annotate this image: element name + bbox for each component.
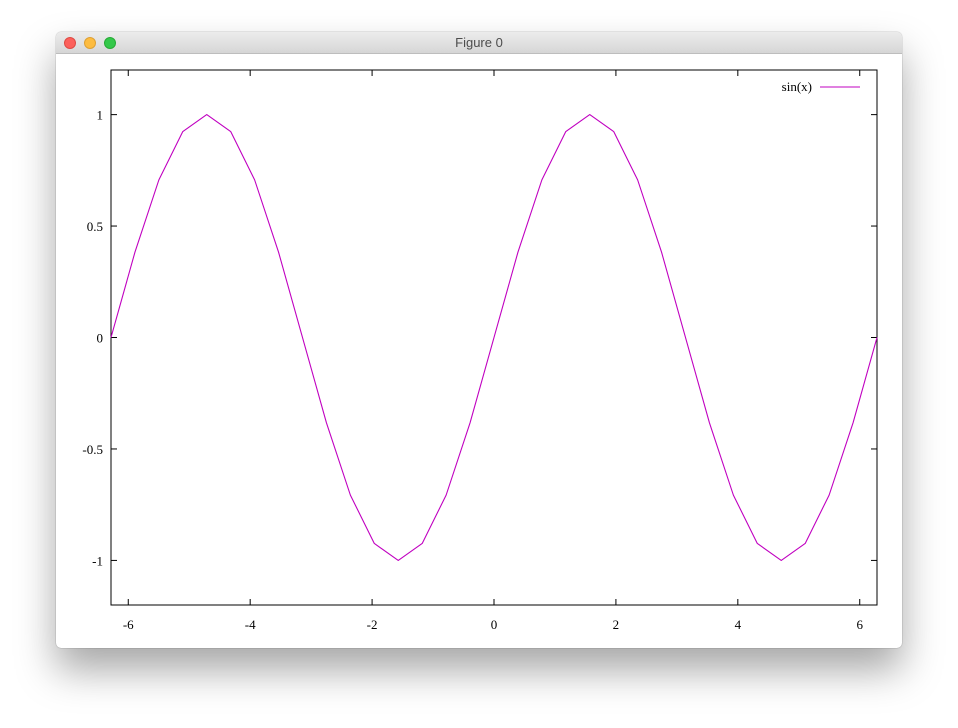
x-tick-label: 2	[613, 617, 620, 632]
data-point	[326, 422, 327, 423]
y-tick-label: 0.5	[87, 219, 103, 234]
x-tick-label: 4	[735, 617, 742, 632]
data-point	[661, 252, 662, 253]
data-point	[613, 131, 614, 132]
data-point	[541, 179, 542, 180]
legend-label: sin(x)	[782, 79, 812, 94]
x-tick-label: -6	[123, 617, 134, 632]
figure-window: Figure 0 -6 -4 -2 0 2 4 6 -1 -0.5 0 0.5 1 sin(x)	[56, 32, 902, 648]
data-point	[422, 543, 423, 544]
data-point	[206, 114, 207, 115]
data-point	[278, 252, 279, 253]
data-point	[876, 337, 877, 338]
x-tick-label: 0	[491, 617, 498, 632]
window-title: Figure 0	[455, 35, 503, 50]
chart-svg: -6 -4 -2 0 2 4 6 -1 -0.5 0 0.5 1 sin(x)	[82, 69, 878, 632]
data-point	[757, 543, 758, 544]
x-tick-label: 6	[856, 617, 863, 632]
y-tick-label: 1	[97, 108, 104, 123]
data-point	[230, 131, 231, 132]
data-point	[469, 422, 470, 423]
data-point	[852, 422, 853, 423]
data-point	[158, 179, 159, 180]
data-point	[374, 543, 375, 544]
data-point	[805, 543, 806, 544]
plot-area: -6 -4 -2 0 2 4 6 -1 -0.5 0 0.5 1 sin(x)	[56, 54, 902, 648]
data-point	[829, 495, 830, 496]
data-point	[517, 252, 518, 253]
y-tick-label: -1	[92, 553, 103, 568]
data-point	[565, 131, 566, 132]
data-point	[134, 252, 135, 253]
x-tick-label: -4	[245, 617, 256, 632]
data-point	[350, 495, 351, 496]
data-point	[589, 114, 590, 115]
data-point	[493, 337, 494, 338]
data-point	[733, 495, 734, 496]
data-point	[254, 179, 255, 180]
y-tick-label: 0	[97, 331, 104, 346]
data-point	[302, 337, 303, 338]
data-point	[182, 131, 183, 132]
data-point	[446, 495, 447, 496]
data-point	[709, 422, 710, 423]
data-point	[637, 179, 638, 180]
data-point	[110, 337, 111, 338]
data-point	[781, 560, 782, 561]
y-tick-label: -0.5	[82, 442, 103, 457]
data-point	[398, 560, 399, 561]
data-point	[685, 337, 686, 338]
title-bar[interactable]: Figure 0	[56, 32, 902, 54]
x-tick-label: -2	[367, 617, 378, 632]
